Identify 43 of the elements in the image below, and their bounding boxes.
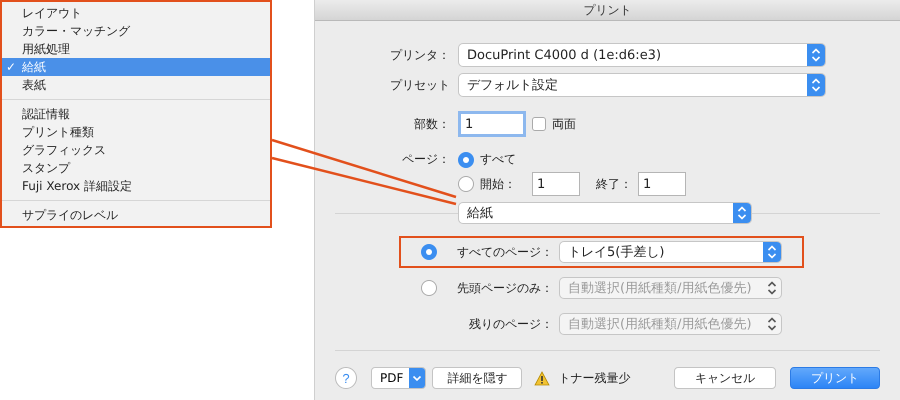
pdf-button[interactable]: PDF — [371, 367, 426, 389]
menu-item[interactable]: 用紙処理 — [2, 40, 270, 58]
from-field[interactable]: 1 — [532, 172, 580, 196]
stepper-icon — [807, 74, 825, 96]
caret-icon — [409, 368, 426, 388]
field-label: ページ： — [401, 151, 450, 168]
radio-label: 開始： — [480, 176, 516, 192]
hide-details-button[interactable]: 詳細を隠す — [432, 367, 522, 389]
menu-item[interactable]: グラフィックス — [2, 141, 270, 159]
stepper-icon — [763, 242, 781, 262]
radio-button[interactable] — [458, 176, 474, 192]
panel-popup[interactable]: 給紙 — [458, 202, 752, 224]
menu-item[interactable]: レイアウト — [2, 4, 270, 22]
menu-item[interactable]: スタンプ — [2, 159, 270, 177]
menu-item[interactable]: 表紙 — [2, 76, 270, 94]
stepper-icon — [733, 203, 751, 223]
copies-field[interactable]: 1 — [458, 111, 526, 137]
menu-item[interactable]: Fuji Xerox 詳細設定 — [2, 177, 270, 195]
menu-item[interactable]: 認証情報 — [2, 105, 270, 123]
tray-popup[interactable]: トレイ5(手差し) — [559, 241, 782, 263]
field-label: 先頭ページのみ： — [456, 280, 553, 296]
preset-popup[interactable]: デフォルト設定 — [458, 73, 826, 97]
warning-text: トナー残量少 — [558, 370, 630, 386]
radio-button[interactable] — [421, 244, 437, 260]
menu-item[interactable]: サプライのレベル — [2, 206, 270, 224]
field-label: プリンタ： — [389, 46, 450, 64]
field-label: 残りのページ： — [468, 316, 553, 332]
checkbox-label: 両面 — [552, 116, 576, 132]
field-label: 部数： — [413, 116, 450, 132]
radio-label: すべて — [480, 151, 516, 168]
field-label: すべてのページ： — [456, 244, 553, 260]
menu-item[interactable]: カラー・マッチング — [2, 22, 270, 40]
warning-icon — [534, 370, 550, 386]
field-label: プリセット — [389, 76, 450, 94]
stepper-icon — [807, 44, 825, 66]
window-title: プリント — [584, 2, 632, 18]
menu-item[interactable]: プリント種類 — [2, 123, 270, 141]
duplex-checkbox[interactable] — [532, 117, 546, 131]
cancel-button[interactable]: キャンセル — [674, 367, 776, 389]
printer-popup[interactable]: DocuPrint C4000 d (1e:d6:e3) — [458, 43, 826, 67]
to-field[interactable]: 1 — [638, 172, 686, 196]
radio-button[interactable] — [458, 152, 474, 168]
field-label: 終了： — [596, 176, 632, 192]
